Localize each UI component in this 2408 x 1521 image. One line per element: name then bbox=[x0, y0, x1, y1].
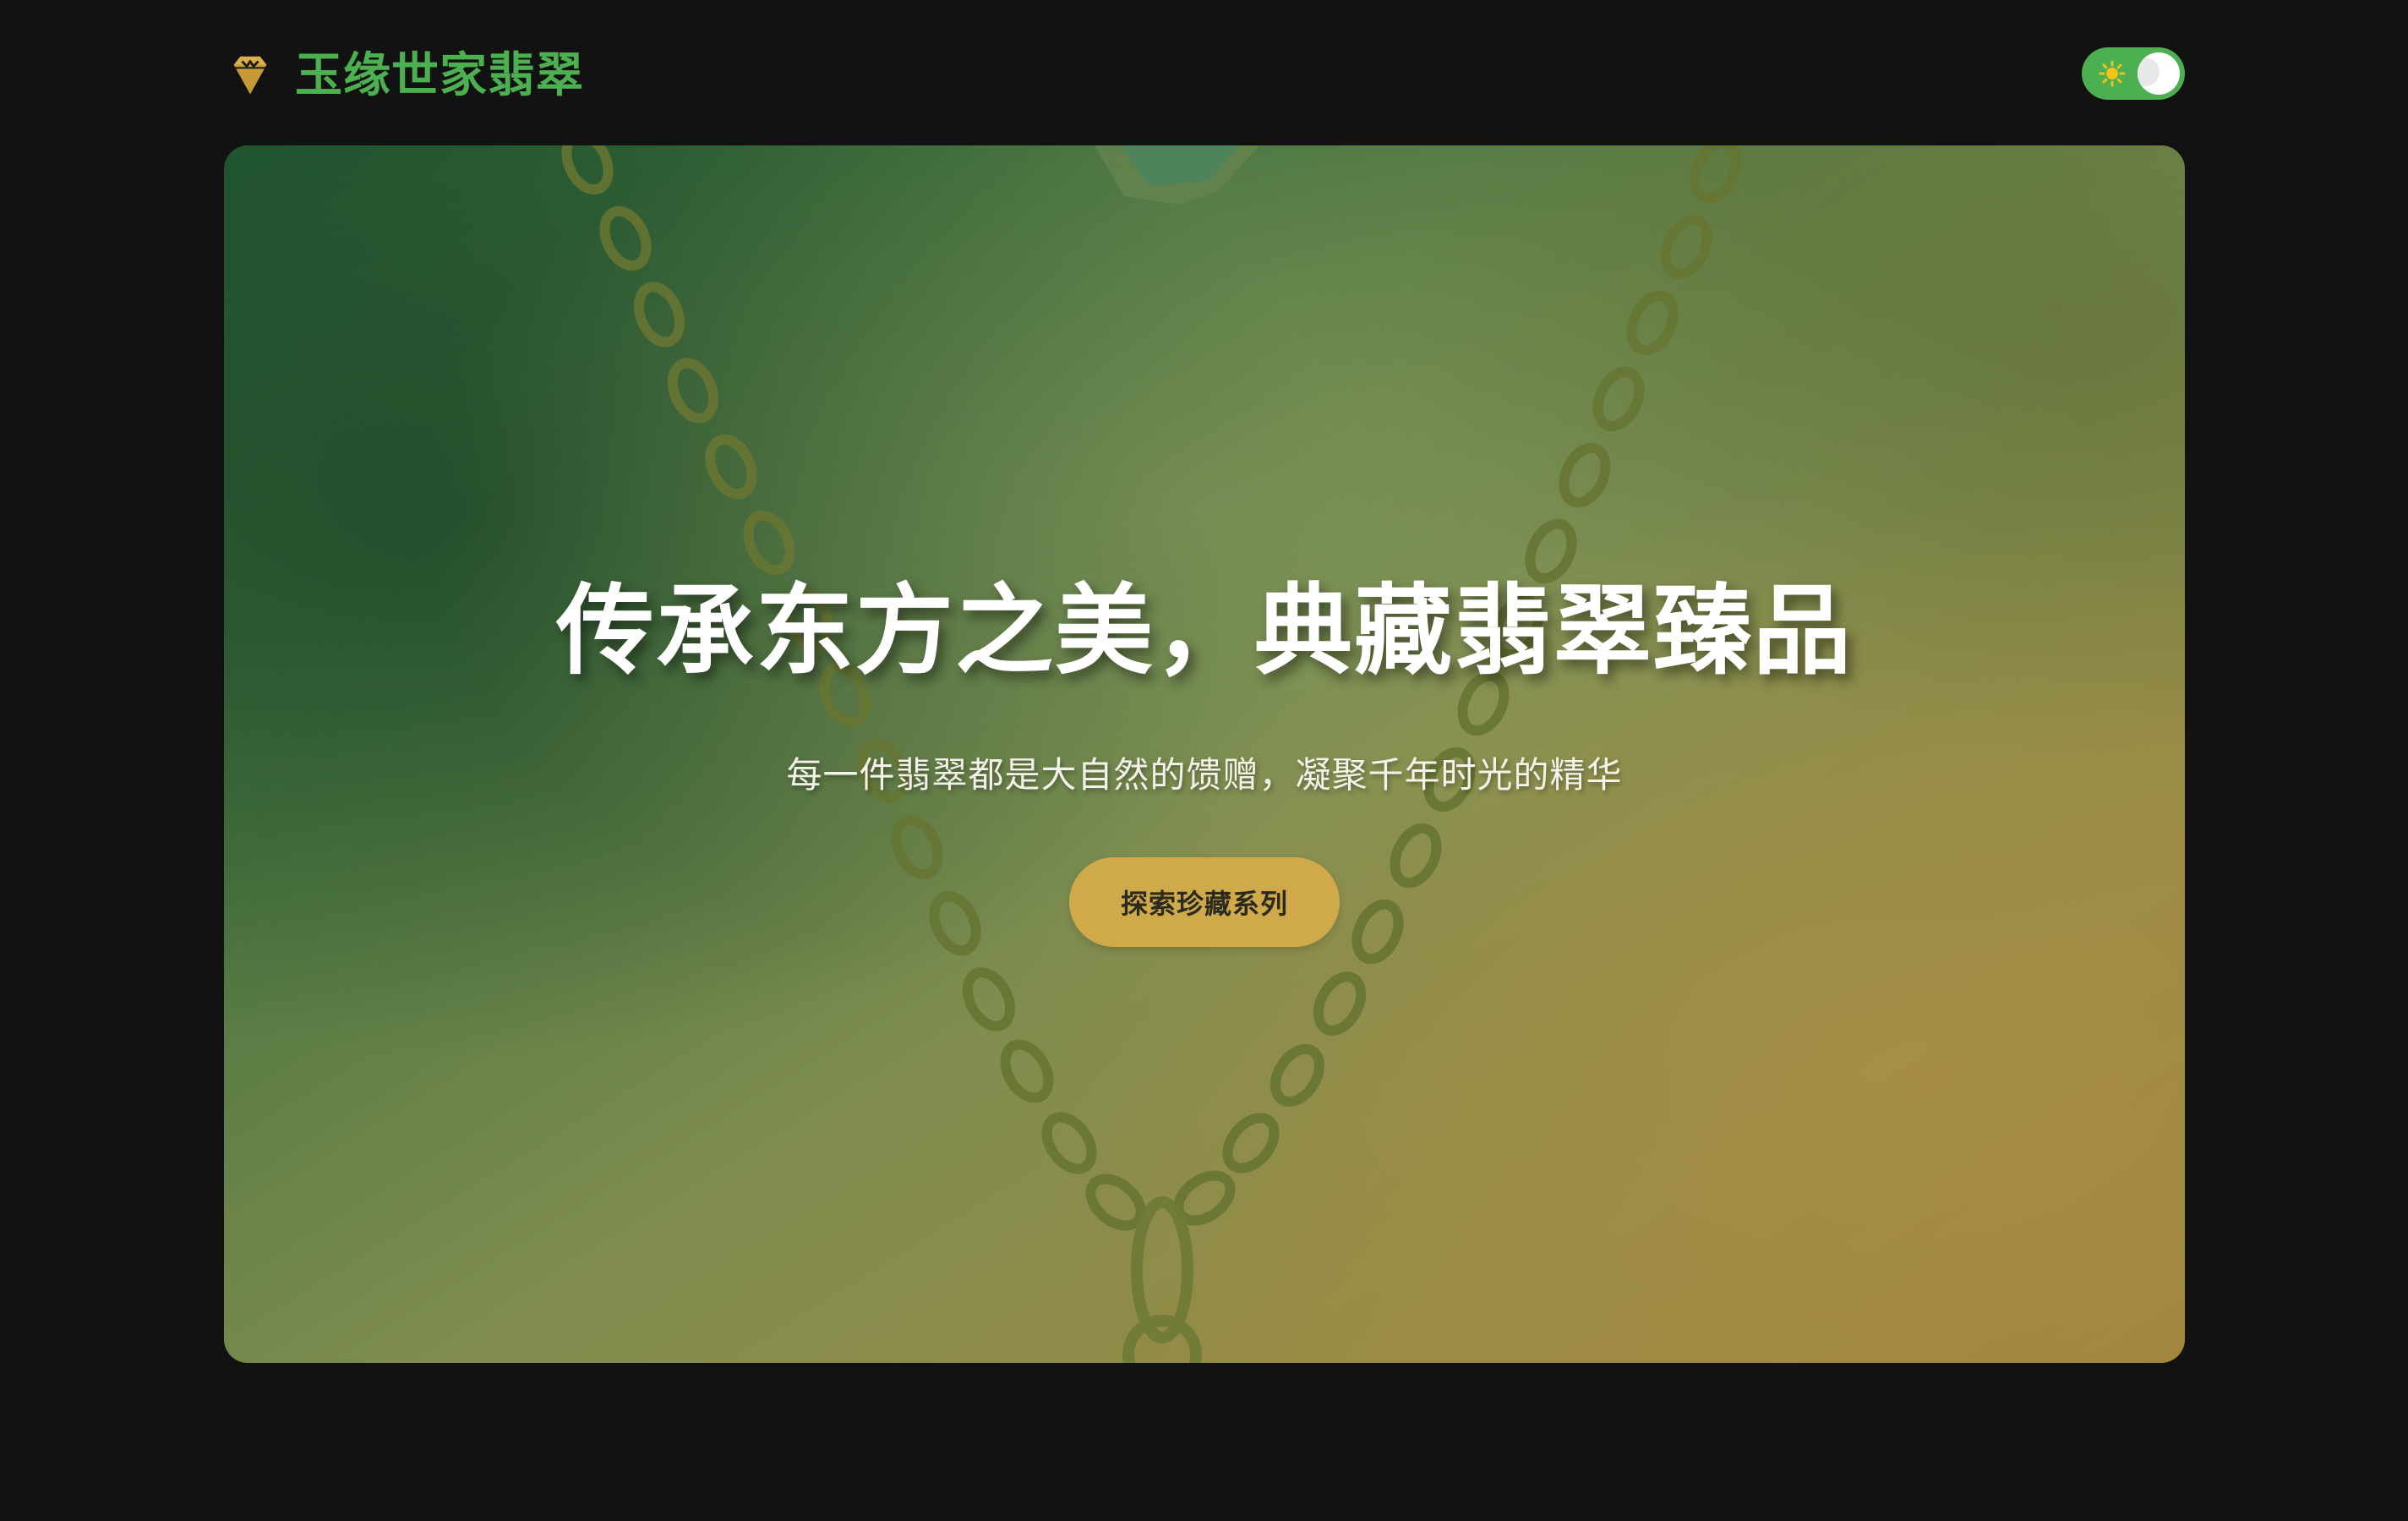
hero-content: 传承东方之美，典藏翡翠臻品 每一件翡翠都是大自然的馈赠，凝聚千年时光的精华 探索… bbox=[224, 145, 2185, 1363]
hero-subtitle: 每一件翡翠都是大自然的馈赠，凝聚千年时光的精华 bbox=[786, 754, 1623, 796]
gem-icon bbox=[233, 56, 267, 95]
moon-icon bbox=[2138, 52, 2180, 95]
explore-collection-button[interactable]: 探索珍藏系列 bbox=[1069, 857, 1340, 947]
hero-title: 传承东方之美，典藏翡翠臻品 bbox=[556, 574, 1853, 688]
brand-name: 玉缘世家翡翠 bbox=[295, 48, 584, 103]
sun-icon bbox=[2099, 60, 2126, 87]
brand-logo[interactable]: 玉缘世家翡翠 bbox=[224, 42, 584, 110]
theme-toggle[interactable] bbox=[2082, 47, 2185, 100]
site-header: 玉缘世家翡翠 bbox=[224, 42, 2185, 110]
hero-banner: 传承东方之美，典藏翡翠臻品 每一件翡翠都是大自然的馈赠，凝聚千年时光的精华 探索… bbox=[224, 145, 2185, 1363]
